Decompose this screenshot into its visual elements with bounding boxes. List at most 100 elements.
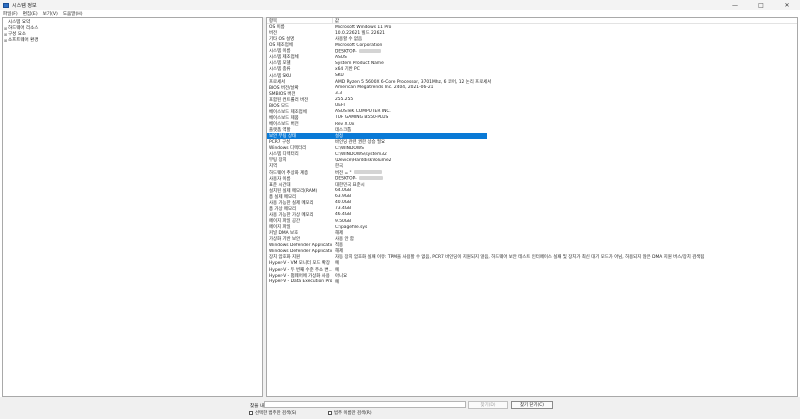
list-row[interactable]: 총 실제 메모리 63.9GB [267, 194, 797, 200]
row-value-text: 40.0GB [335, 200, 352, 206]
window-controls: — □ ✕ [722, 0, 800, 10]
list-row[interactable]: 총 가상 메모리 73.4GB [267, 206, 797, 212]
find-button[interactable]: 찾기(D) [468, 401, 508, 409]
row-value: 40.0GB [332, 200, 797, 205]
list-row[interactable]: 사용 가능한 실제 메모리 40.0GB [267, 200, 797, 206]
list-row[interactable]: OS 제조업체 Microsoft Corporation [267, 42, 797, 49]
list-row[interactable]: 베이스보드 제품 TUF GAMING B550-PLUS [267, 115, 797, 121]
row-value-text: DESKTOP- [335, 176, 357, 182]
row-value-text: 3.3 [335, 91, 342, 97]
row-value-text: AMD Ryzen 5 5600X 6-Core Processor, 3701… [335, 79, 492, 85]
details-list[interactable]: 항목 값 OS 이름 Microsoft Windows 11 Pro 버전 10.0… [266, 17, 798, 397]
row-value-text: UEFI [335, 103, 345, 109]
list-row[interactable]: 설치된 실제 메모리(RAM) 64.0GB [267, 188, 797, 194]
list-row[interactable]: 하드웨어 추상화 계층 버전 = " [267, 170, 797, 176]
find-bar: 찾을 내용(W): 찾기(D) 찾기 닫기(C) 선택한 범주만 검색(S) 범… [0, 397, 800, 419]
row-value-text: ASUS [335, 54, 347, 60]
list-row[interactable]: 베이스보드 제조업체 ASUSTeK COMPUTER INC. [267, 109, 797, 115]
row-value: 버전 = " [332, 170, 797, 176]
list-row[interactable]: Hyper-V - Data Execution Prot... 예 [267, 279, 797, 285]
tree-item-software-environment[interactable]: ⊞ 소프트웨어 환경 [3, 37, 262, 44]
list-rows: OS 이름 Microsoft Windows 11 Pro 버전 10.0.2262… [267, 24, 797, 285]
menu-help[interactable]: 도움말(H) [63, 11, 83, 17]
row-value-text: System Product Name [335, 60, 384, 66]
checkbox-label: 선택한 범주만 검색(S) [255, 411, 297, 416]
list-row[interactable]: Windows 디렉터리 C:\WINDOWS [267, 145, 797, 152]
list-row[interactable]: 포함된 컨트롤러 버전 255.255 [267, 97, 797, 103]
row-value: DESKTOP- [332, 175, 797, 182]
row-value-text: C:\WINDOWS\system32 [335, 151, 387, 157]
row-value-text: 9.50GB [335, 218, 352, 224]
row-value: American Megatrends Inc. 2404, 2021-06-2… [332, 85, 797, 90]
row-item: Windows Defender Applicatio... [269, 242, 332, 248]
column-header-item[interactable]: 항목 [267, 18, 332, 24]
row-value-text: 사용할 수 없음 [335, 37, 363, 43]
row-value-text: Microsoft Corporation [335, 42, 383, 48]
row-value-text: 73.4GB [335, 206, 352, 212]
maximize-button[interactable]: □ [748, 0, 774, 10]
row-value-text: 63.9GB [335, 194, 352, 200]
menu-bar: 파일(F) 편집(E) 보기(V) 도움말(H) [0, 10, 800, 17]
row-value-text: SKU [335, 73, 344, 79]
list-row[interactable]: 기타 OS 설명 사용할 수 없음 [267, 36, 797, 42]
list-row[interactable]: 표준 시간대 대한민국 표준시 [267, 182, 797, 188]
row-value: 63.9GB [332, 194, 797, 199]
row-value: C:\pagefile.sys [332, 225, 797, 230]
list-row[interactable]: 페이지 파일 공간 9.50GB [267, 218, 797, 225]
list-row[interactable]: BIOS 버전/날짜 American Megatrends Inc. 2404,… [267, 85, 797, 91]
tree-item-label: 소프트웨어 환경 [8, 38, 39, 43]
row-value-text: TUF GAMING B550-PLUS [335, 115, 389, 121]
row-item: Hyper-V - Data Execution Prot... [269, 279, 332, 285]
list-row[interactable]: PCR7 구성 바인딩 관련 권한 상승 필요 [267, 139, 797, 145]
row-value: 9.50GB [332, 219, 797, 224]
row-value: ASUS [332, 55, 797, 60]
row-value: 3.3 [332, 91, 797, 96]
list-row[interactable]: 시스템 이름 DESKTOP- [267, 48, 797, 54]
row-value: 46.4GB [332, 212, 797, 217]
search-category-names-checkbox[interactable]: 범주 이름만 검색(R) [328, 410, 372, 416]
row-item: Hyper-V - 펌웨어에 가상화 사용 [269, 273, 330, 279]
row-value: 예 [332, 279, 797, 285]
row-value: Microsoft Corporation [332, 43, 797, 48]
row-value-text: 바인딩 관련 권한 상승 필요 [335, 140, 386, 146]
find-input[interactable] [264, 401, 466, 408]
redacted-block [358, 48, 381, 53]
checkbox-icon [249, 411, 253, 415]
row-value-text: ASUSTeK COMPUTER INC. [335, 109, 391, 115]
menu-file[interactable]: 파일(F) [3, 11, 18, 17]
row-value-text: American Megatrends Inc. 2404, 2021-06-2… [335, 85, 434, 91]
menu-view[interactable]: 보기(V) [43, 11, 58, 17]
list-row[interactable]: BIOS 모드 UEFI [267, 103, 797, 109]
list-row[interactable]: 시스템 종류 x64 기반 PC [267, 66, 797, 72]
row-value-text: x64 기반 PC [335, 67, 360, 73]
list-row[interactable]: 프로세서 AMD Ryzen 5 5600X 6-Core Processor, … [267, 79, 797, 85]
list-row[interactable]: 사용 가능한 가상 메모리 46.4GB [267, 212, 797, 218]
row-value: Microsoft Windows 11 Pro [332, 25, 797, 30]
row-item: Windows Defender Applicatio... [269, 248, 332, 254]
menu-edit[interactable]: 편집(E) [23, 11, 38, 17]
list-header: 항목 값 [267, 17, 797, 24]
category-tree[interactable]: 시스템 요약 ⊞ 하드웨어 리소스 ⊞ 구성 요소 ⊞ 소프트웨어 환경 [2, 17, 263, 397]
minimize-button[interactable]: — [722, 0, 748, 10]
row-value: 73.4GB [332, 206, 797, 211]
close-button[interactable]: ✕ [774, 0, 800, 10]
window-title: 시스템 정보 [12, 2, 37, 9]
list-row[interactable]: SMBIOS 버전 3.3 [267, 91, 797, 97]
close-find-button[interactable]: 찾기 닫기(C) [511, 401, 553, 409]
row-value: 64.0GB [332, 188, 797, 193]
system-info-app-icon [3, 2, 9, 8]
row-value-text: 대한민국 표준시 [335, 182, 365, 188]
redacted-block [358, 175, 383, 180]
row-value: System Product Name [332, 61, 797, 66]
row-value: 바인딩 관련 권한 상승 필요 [332, 139, 797, 145]
row-value-text: 64.0GB [335, 188, 352, 194]
row-value: AMD Ryzen 5 5600X 6-Core Processor, 3701… [332, 79, 797, 85]
search-selected-category-checkbox[interactable]: 선택한 범주만 검색(S) [249, 410, 296, 416]
column-header-value[interactable]: 값 [332, 17, 797, 24]
redacted-block [353, 170, 382, 175]
list-row[interactable]: 시스템 디렉터리 C:\WINDOWS\system32 [267, 151, 797, 158]
row-value-text: \Device\HarddiskVolume2 [335, 157, 392, 163]
title-bar: 시스템 정보 — □ ✕ [0, 0, 800, 10]
list-row[interactable]: 시스템 제조업체 ASUS [267, 54, 797, 61]
row-value: UEFI [332, 103, 797, 108]
